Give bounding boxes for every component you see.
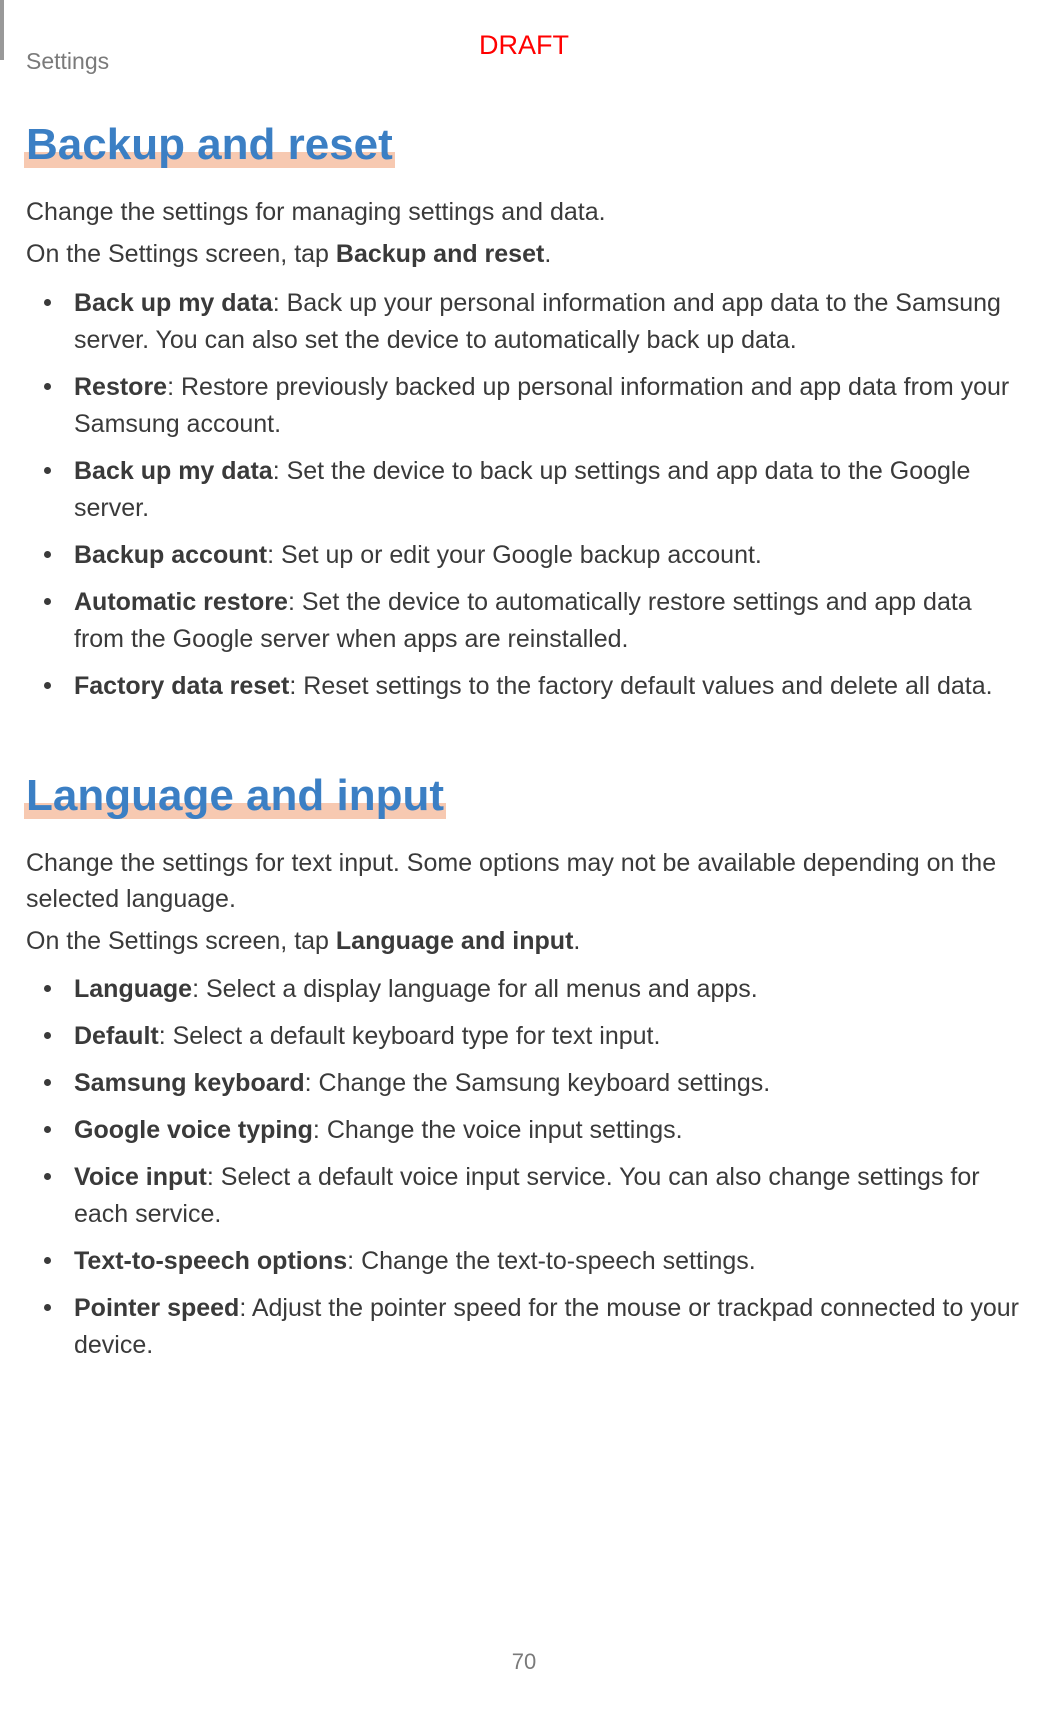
list-item: Google voice typing: Change the voice in…: [74, 1112, 1026, 1149]
list-item: Default: Select a default keyboard type …: [74, 1018, 1026, 1055]
list-item: Factory data reset: Reset settings to th…: [74, 668, 1026, 705]
item-bold: Automatic restore: [74, 588, 288, 616]
list-item: Voice input: Select a default voice inpu…: [74, 1159, 1026, 1233]
list-item: Text-to-speech options: Change the text-…: [74, 1243, 1026, 1280]
item-bold: Back up my data: [74, 289, 273, 317]
item-bold: Backup account: [74, 541, 267, 569]
list-item: Samsung keyboard: Change the Samsung key…: [74, 1065, 1026, 1102]
list-item: Back up my data: Back up your personal i…: [74, 285, 1026, 359]
item-text: : Change the voice input settings.: [313, 1116, 683, 1144]
header-section-label: Settings: [26, 48, 109, 75]
page-content: Backup and reset Change the settings for…: [26, 120, 1026, 1424]
list-item: Restore: Restore previously backed up pe…: [74, 369, 1026, 443]
tap-instruction: On the Settings screen, tap Backup and r…: [26, 236, 1026, 272]
item-text: : Restore previously backed up personal …: [74, 373, 1009, 438]
item-bold: Default: [74, 1022, 159, 1050]
section-intro: Change the settings for managing setting…: [26, 194, 1026, 230]
item-text: : Select a default keyboard type for tex…: [159, 1022, 661, 1050]
item-bold: Google voice typing: [74, 1116, 313, 1144]
tap-prefix: On the Settings screen, tap: [26, 927, 336, 955]
item-bold: Restore: [74, 373, 167, 401]
list-item: Language: Select a display language for …: [74, 971, 1026, 1008]
item-text: : Set up or edit your Google backup acco…: [267, 541, 762, 569]
item-bold: Voice input: [74, 1163, 207, 1191]
page-number: 70: [512, 1649, 536, 1675]
list-item: Back up my data: Set the device to back …: [74, 453, 1026, 527]
item-text: : Select a default voice input service. …: [74, 1163, 980, 1228]
bullet-list-backup: Back up my data: Back up your personal i…: [26, 285, 1026, 705]
item-text: : Change the Samsung keyboard settings.: [305, 1069, 771, 1097]
section-heading-backup-reset: Backup and reset: [26, 120, 393, 170]
page-border-accent: [0, 0, 4, 60]
section-intro: Change the settings for text input. Some…: [26, 845, 1026, 918]
item-text: : Change the text-to-speech settings.: [347, 1247, 756, 1275]
bullet-list-language: Language: Select a display language for …: [26, 971, 1026, 1364]
tap-prefix: On the Settings screen, tap: [26, 240, 336, 268]
list-item: Automatic restore: Set the device to aut…: [74, 584, 1026, 658]
tap-suffix: .: [544, 240, 551, 268]
item-bold: Pointer speed: [74, 1294, 239, 1322]
item-text: : Select a display language for all menu…: [192, 975, 758, 1003]
item-bold: Samsung keyboard: [74, 1069, 305, 1097]
list-item: Pointer speed: Adjust the pointer speed …: [74, 1290, 1026, 1364]
tap-bold-target: Language and input: [336, 927, 574, 955]
item-bold: Factory data reset: [74, 672, 289, 700]
draft-watermark: DRAFT: [479, 30, 569, 61]
item-text: : Reset settings to the factory default …: [289, 672, 992, 700]
item-bold: Back up my data: [74, 457, 273, 485]
tap-instruction: On the Settings screen, tap Language and…: [26, 923, 1026, 959]
tap-suffix: .: [573, 927, 580, 955]
item-bold: Text-to-speech options: [74, 1247, 347, 1275]
tap-bold-target: Backup and reset: [336, 240, 544, 268]
item-bold: Language: [74, 975, 192, 1003]
list-item: Backup account: Set up or edit your Goog…: [74, 537, 1026, 574]
section-heading-language-input: Language and input: [26, 771, 444, 821]
